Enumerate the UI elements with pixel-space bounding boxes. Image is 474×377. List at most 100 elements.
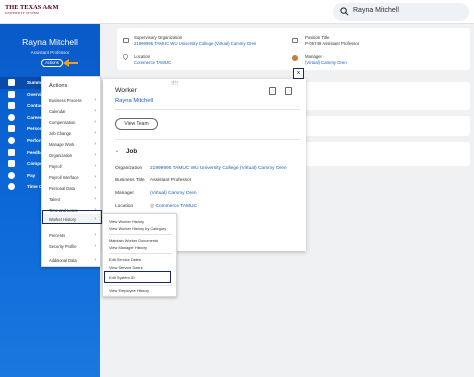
export-icon[interactable] [269,87,276,95]
submenu-edit-service-dates[interactable]: Edit Service Dates [109,257,141,262]
chat-icon [8,148,15,156]
menu-item-security-profile[interactable]: Security Profile › [42,241,100,251]
actions-menu-heading: Actions [49,83,68,89]
menu-item-label: Calendar [49,108,66,114]
position-title-label: Position Title [305,35,330,40]
menu-item-label: Manage Work [49,141,75,147]
divider [109,234,172,235]
menu-item-organization[interactable]: Organization › [42,150,100,160]
submenu-view-worker-history[interactable]: View Worker History [109,219,144,224]
manager-label: Manager [305,54,322,59]
menu-item-manage-work[interactable]: Manage Work › [42,139,100,149]
edit-system-id-highlight [104,271,171,283]
chevron-right-icon: › [94,107,96,114]
divider [115,109,300,110]
menu-item-label: Additional Data [49,257,77,263]
location-link[interactable]: Commerce TAMUC [134,60,171,65]
submenu-maintain-worker-documents[interactable]: Maintain Worker Documents [109,238,158,243]
menu-item-label: Compensation [49,119,76,125]
menu-item-business-process[interactable]: Business Process › [42,95,100,105]
briefcase-icon [8,113,15,121]
menu-item-label: Payroll [49,163,62,169]
business-title-label: Business Title [115,178,145,183]
menu-item-calendar[interactable]: Calendar › [42,106,100,116]
profile-name: Rayna Mitchell [22,37,78,47]
sidebar-item-label: Summ [27,80,42,85]
organization-link[interactable]: 21999995 TAMUC WU University College (Vi… [150,166,287,171]
side-card-3 [304,142,470,166]
view-team-button[interactable]: View Team [115,118,158,130]
divider [115,139,300,140]
location-pin-icon [123,54,128,60]
pointer-arrow-icon [63,59,78,67]
submenu-view-manager-history[interactable]: View Manager History [109,245,147,250]
side-card-2 [304,116,470,136]
actions-button[interactable]: Actions [41,59,63,67]
side-card-1 [304,82,470,110]
divider [109,285,172,286]
drag-handle-icon[interactable]: ⠿⠿ [171,81,178,87]
menu-item-additional-data[interactable]: Additional Data › [42,255,100,265]
top-bar: THE TEXAS A&M UNIVERSITY SYSTEM Rayna Mi… [0,0,474,24]
dollar-icon [8,171,15,179]
search-bar[interactable]: Rayna Mitchell [333,3,469,21]
document-icon [8,90,15,98]
print-icon[interactable] [285,87,292,95]
worker-name-link[interactable]: Rayna Mitchell [115,98,153,104]
chevron-right-icon: › [94,140,96,147]
close-icon[interactable]: × [293,68,304,79]
manager-link[interactable]: (Virtual) Cammy Oren [150,191,197,196]
location-label: Location [134,54,151,59]
grid-icon [8,79,15,86]
chevron-right-icon: › [94,151,96,158]
chevron-right-icon: › [94,118,96,125]
menu-item-payroll-interface[interactable]: Payroll Interface › [42,172,100,182]
target-icon [8,136,15,144]
menu-item-job-change[interactable]: Job Change › [42,128,100,138]
chevron-right-icon: › [94,256,96,263]
menu-item-percents[interactable]: Percents › [42,230,100,240]
id-card-icon [292,38,298,43]
location-label: Location [115,204,134,209]
job-section-heading: Job [126,148,138,155]
search-input[interactable]: Rayna Mitchell [353,7,399,14]
submenu-view-employee-history[interactable]: View Employee History [109,288,149,293]
organization-label: Organization [115,166,143,171]
sidebar-item-label: Career [27,114,42,120]
chevron-right-icon: › [94,129,96,136]
brand-logo[interactable]: THE TEXAS A&M UNIVERSITY SYSTEM [5,4,59,15]
menu-item-talent[interactable]: Talent › [42,194,100,204]
profile-title: Assistant Professor [30,50,70,55]
sidebar-item-label: Pay [27,172,36,178]
menu-item-label: Talent [49,196,60,202]
menu-item-compensation[interactable]: Compensation › [42,117,100,127]
menu-item-label: Job Change [49,130,72,136]
submenu-view-worker-history-by-category[interactable]: View Worker History by Category [109,226,166,231]
org-summary-card: Supervisory Organization 21999995 TAMUC … [117,28,470,70]
chevron-down-icon[interactable]: ⌄ [115,148,119,154]
search-icon [340,7,349,16]
chevron-right-icon: › [94,173,96,180]
location-value: Commerce TAMUC [155,204,197,209]
chevron-right-icon: › [94,96,96,103]
chevron-right-icon: › [94,184,96,191]
worker-history-highlight [42,210,102,224]
person-icon [8,125,15,133]
chevron-right-icon: › [94,242,96,249]
chevron-right-icon: › [94,231,96,238]
menu-item-label: Organization [49,152,73,158]
actions-menu: Actions Business Process › Calendar › Comp… [41,76,101,267]
worker-history-submenu: View Worker History View Worker History … [102,213,177,297]
manager-link[interactable]: (Virtual) Cammy Oren [305,60,347,65]
sup-org-link[interactable]: 21999995 TAMUC WU University College (Vi… [134,41,256,46]
chevron-right-icon: › [94,162,96,169]
sup-org-label: Supervisory Organization [134,35,183,40]
submenu-view-service-dates[interactable]: View Service Dates [109,265,143,270]
menu-item-personal-data[interactable]: Personal Data › [42,183,100,193]
contact-card-icon [8,102,15,110]
menu-item-payroll[interactable]: Payroll › [42,161,100,171]
manager-label: Manager [115,191,134,196]
menu-item-label: Payroll Interface [49,174,79,180]
location-link[interactable]: ◎ Commerce TAMUC [150,204,197,209]
menu-item-label: Business Process [49,97,82,103]
